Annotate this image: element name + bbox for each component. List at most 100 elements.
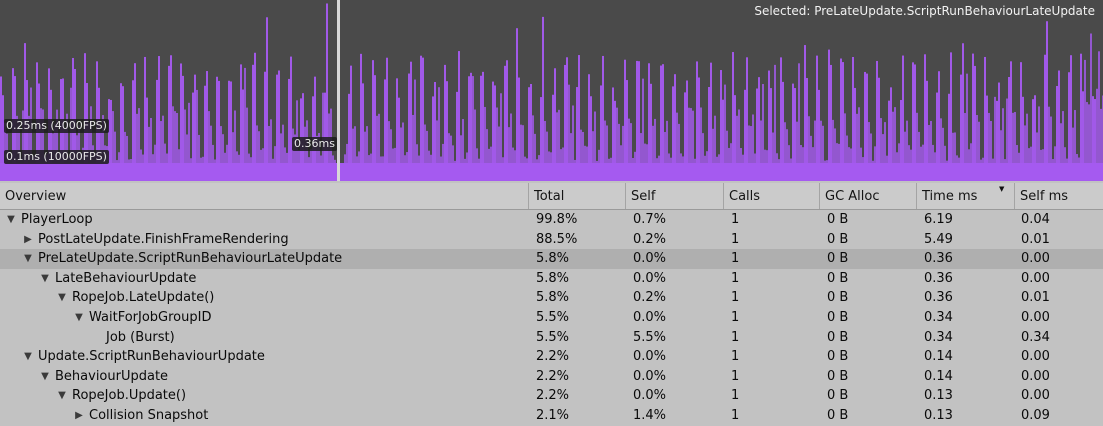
row-name: RopeJob.Update(): [72, 388, 187, 404]
reference-line-label-low: 0.1ms (10000FPS): [4, 150, 109, 164]
tree-row[interactable]: ▼ Update.ScriptRunBehaviourUpdate 2.2% 0.0%…: [0, 347, 1103, 367]
hierarchy-tree: ▼ PlayerLoop 99.8% 0.7% 1 0 B 6.19 0.04 ▶ PostLat…: [0, 210, 1103, 426]
total-cell: 5.8%: [536, 270, 570, 286]
tree-row[interactable]: Job (Burst) 5.5% 5.5% 1 0 B 0.34 0.34: [0, 328, 1103, 348]
frame-sample-bar: [578, 55, 580, 181]
tree-row[interactable]: ▶ Collision Snapshot 2.1% 1.4% 1 0 B 0.13 0.09: [0, 406, 1103, 426]
frame-sample-bar: [852, 56, 854, 181]
time-ms-cell: 0.36: [924, 251, 953, 267]
column-header-overview[interactable]: Overview: [0, 183, 528, 209]
calls-cell: 1: [731, 368, 740, 384]
expanded-arrow-icon[interactable]: ▼: [39, 367, 51, 387]
calls-cell: 1: [731, 231, 740, 247]
frame-sample-bar: [972, 53, 974, 181]
calls-cell: 1: [731, 270, 740, 286]
expanded-arrow-icon[interactable]: ▼: [39, 269, 51, 289]
gc-alloc-cell: 0 B: [827, 251, 849, 267]
collapsed-arrow-icon[interactable]: ▶: [22, 230, 34, 250]
expanded-arrow-icon[interactable]: ▼: [56, 288, 68, 308]
timeline-bars[interactable]: [0, 0, 1103, 181]
row-name: PreLateUpdate.ScriptRunBehaviourLateUpda…: [38, 251, 343, 267]
row-name: Collision Snapshot: [89, 407, 209, 423]
tree-row[interactable]: ▼ BehaviourUpdate 2.2% 0.0% 1 0 B 0.14 0.00: [0, 367, 1103, 387]
calls-cell: 1: [731, 309, 740, 325]
calls-cell: 1: [731, 290, 740, 306]
frame-sample-bar: [876, 60, 878, 181]
tree-row[interactable]: ▼ WaitForJobGroupID 5.5% 0.0% 1 0 B 0.34 0.00: [0, 308, 1103, 328]
hierarchy-header: Overview Total Self Calls GC Alloc Time …: [0, 183, 1103, 210]
self-ms-cell: 0.09: [1021, 407, 1050, 423]
total-cell: 5.5%: [536, 329, 570, 345]
tree-row[interactable]: ▶ PostLateUpdate.FinishFrameRendering 88.5…: [0, 230, 1103, 250]
time-ms-cell: 0.13: [924, 388, 953, 404]
column-header-gc-alloc[interactable]: GC Alloc: [819, 183, 916, 209]
tree-row[interactable]: ▼ LateBehaviourUpdate 5.8% 0.0% 1 0 B 0.36 0.00: [0, 269, 1103, 289]
tree-row[interactable]: ▼ RopeJob.LateUpdate() 5.8% 0.2% 1 0 B 0.36 0.0…: [0, 288, 1103, 308]
frame-sample-bar: [962, 43, 964, 181]
frame-sample-bar: [290, 56, 292, 181]
frame-sample-bar: [266, 17, 268, 181]
row-name: LateBehaviourUpdate: [55, 270, 197, 286]
frame-sample-bar: [732, 52, 734, 181]
time-ms-cell: 0.34: [924, 329, 953, 345]
time-ms-cell: 0.13: [924, 407, 953, 423]
self-ms-cell: 0.04: [1021, 212, 1050, 227]
reference-line-label-high: 0.25ms (4000FPS): [4, 119, 109, 133]
row-name: RopeJob.LateUpdate(): [72, 290, 215, 306]
gc-alloc-cell: 0 B: [827, 368, 849, 384]
frame-cursor-line[interactable]: [337, 0, 340, 181]
cpu-usage-graph[interactable]: 0.25ms (4000FPS) 0.1ms (10000FPS) 0.36ms…: [0, 0, 1103, 181]
total-cell: 99.8%: [536, 212, 578, 227]
collapsed-arrow-icon[interactable]: ▶: [73, 406, 85, 426]
row-name: Update.ScriptRunBehaviourUpdate: [38, 349, 265, 365]
self-ms-cell: 0.00: [1021, 368, 1050, 384]
calls-cell: 1: [731, 407, 740, 423]
row-name: PostLateUpdate.FinishFrameRendering: [38, 231, 289, 247]
gc-alloc-cell: 0 B: [827, 329, 849, 345]
frame-sample-bar: [506, 60, 508, 181]
self-ms-cell: 0.01: [1021, 290, 1050, 306]
frame-sample-bar: [1080, 53, 1082, 181]
graph-baseline-band: [0, 163, 1103, 181]
total-cell: 88.5%: [536, 231, 578, 247]
self-cell: 0.0%: [633, 388, 667, 404]
total-cell: 2.2%: [536, 349, 570, 365]
expanded-arrow-icon[interactable]: ▼: [5, 210, 17, 230]
frame-sample-bar: [602, 55, 604, 181]
expanded-arrow-icon[interactable]: ▼: [22, 347, 34, 367]
column-header-self[interactable]: Self: [625, 183, 723, 209]
time-ms-cell: 0.36: [924, 290, 953, 306]
self-cell: 0.2%: [633, 290, 667, 306]
total-cell: 5.8%: [536, 251, 570, 267]
gc-alloc-cell: 0 B: [827, 388, 849, 404]
time-ms-cell: 0.34: [924, 309, 953, 325]
self-ms-cell: 0.34: [1021, 329, 1050, 345]
sort-descending-icon: ▼: [999, 185, 1005, 193]
expanded-arrow-icon[interactable]: ▼: [56, 386, 68, 406]
frame-sample-bar: [950, 52, 952, 181]
expanded-arrow-icon[interactable]: ▼: [22, 249, 34, 269]
time-ms-cell: 6.19: [924, 212, 953, 227]
calls-cell: 1: [731, 388, 740, 404]
column-header-self-ms[interactable]: Self ms: [1014, 183, 1103, 209]
gc-alloc-cell: 0 B: [827, 407, 849, 423]
frame-sample-bar: [780, 57, 782, 181]
tree-row[interactable]: ▼ PlayerLoop 99.8% 0.7% 1 0 B 6.19 0.04: [0, 210, 1103, 230]
frame-sample-bar: [566, 57, 568, 181]
tree-row[interactable]: ▼ RopeJob.Update() 2.2% 0.0% 1 0 B 0.13 0.00: [0, 386, 1103, 406]
row-name: Job (Burst): [106, 329, 175, 345]
expanded-arrow-icon[interactable]: ▼: [73, 308, 85, 328]
selected-sample-label: Selected: PreLateUpdate.ScriptRunBehavio…: [754, 4, 1095, 18]
frame-sample-bar: [458, 51, 460, 181]
gc-alloc-cell: 0 B: [827, 231, 849, 247]
column-header-total[interactable]: Total: [528, 183, 625, 209]
self-ms-cell: 0.00: [1021, 349, 1050, 365]
self-cell: 0.0%: [633, 270, 667, 286]
time-ms-cell: 0.14: [924, 368, 953, 384]
frame-sample-bar: [516, 28, 518, 181]
gc-alloc-cell: 0 B: [827, 270, 849, 286]
tree-row[interactable]: ▼ PreLateUpdate.ScriptRunBehaviourLateUpd…: [0, 249, 1103, 269]
self-ms-cell: 0.01: [1021, 231, 1050, 247]
frame-sample-bar: [1070, 55, 1072, 181]
column-header-calls[interactable]: Calls: [723, 183, 819, 209]
